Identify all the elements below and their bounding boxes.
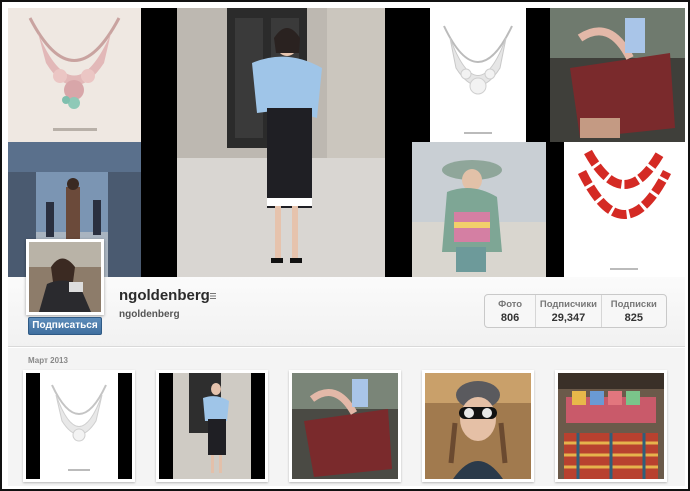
stat-following[interactable]: Подписки 825 xyxy=(602,295,666,327)
stat-label: Подписки xyxy=(610,299,657,310)
stat-followers[interactable]: Подписчики 29,347 xyxy=(536,295,602,327)
profile-header: Подписаться ngoldenberg ngoldenberg Фото… xyxy=(8,239,685,347)
username: ngoldenberg xyxy=(119,287,210,304)
header-photo-mosaic xyxy=(8,8,685,277)
stat-label: Подписчики xyxy=(539,299,597,310)
stat-value: 806 xyxy=(500,312,520,324)
stat-photos[interactable]: Фото 806 xyxy=(485,295,537,327)
mosaic-photo-green-hat[interactable] xyxy=(412,142,546,277)
feed-thumb-colorful-sofa[interactable] xyxy=(555,370,667,482)
photo-feed: Март 2013 xyxy=(8,348,685,486)
month-heading: Март 2013 xyxy=(28,356,68,365)
full-name: ngoldenberg xyxy=(119,309,180,320)
avatar[interactable] xyxy=(26,239,104,315)
stat-label: Фото xyxy=(498,299,523,310)
feed-thumb-burgundy-bag[interactable] xyxy=(289,370,401,482)
mosaic-photo-pink-necklace[interactable] xyxy=(8,8,141,142)
stat-value: 29,347 xyxy=(551,312,586,324)
feed-thumb-goggles-selfie[interactable] xyxy=(422,370,534,482)
menu-icon[interactable] xyxy=(210,293,216,299)
stat-value: 825 xyxy=(624,312,643,324)
feed-thumb-blue-scarf[interactable] xyxy=(156,370,268,482)
follow-button[interactable]: Подписаться xyxy=(28,317,102,335)
feed-thumb-white-necklace[interactable] xyxy=(23,370,135,482)
mosaic-photo-blue-scarf-main[interactable] xyxy=(177,8,385,277)
profile-page: Подписаться ngoldenberg ngoldenberg Фото… xyxy=(0,0,690,491)
stats-box: Фото 806 Подписчики 29,347 Подписки 825 xyxy=(484,294,667,328)
mosaic-photo-white-necklace[interactable] xyxy=(430,8,526,142)
mosaic-photo-burgundy-bag[interactable] xyxy=(550,8,685,142)
mosaic-photo-red-necklace[interactable] xyxy=(564,142,685,277)
